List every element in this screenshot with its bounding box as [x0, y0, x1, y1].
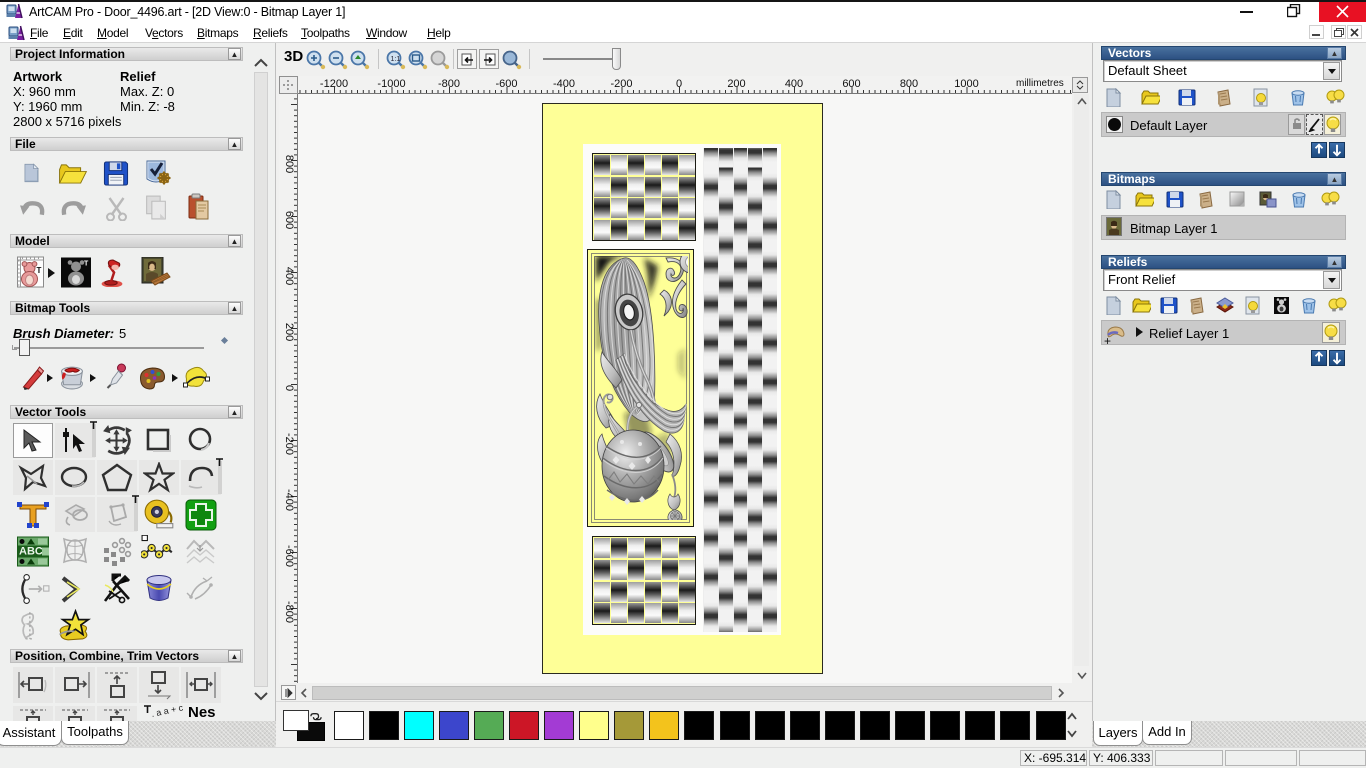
svg-text:-600: -600 — [283, 545, 295, 567]
svg-text:T: T — [37, 266, 42, 275]
svg-text:-400: -400 — [553, 78, 575, 90]
svg-text:200: 200 — [727, 78, 745, 90]
svg-text:-800: -800 — [438, 78, 460, 90]
svg-text:-200: -200 — [610, 78, 632, 90]
svg-text:ABC: ABC — [19, 546, 43, 558]
svg-text:. a a + c: . a a + c — [150, 705, 184, 719]
svg-text:200: 200 — [283, 323, 295, 341]
svg-text:-800: -800 — [283, 601, 295, 623]
svg-text:-1000: -1000 — [377, 78, 405, 90]
svg-text:400: 400 — [785, 78, 803, 90]
svg-text:600: 600 — [283, 211, 295, 229]
svg-text:800: 800 — [283, 155, 295, 173]
svg-text:800: 800 — [900, 78, 918, 90]
svg-text:0: 0 — [283, 385, 295, 391]
svg-text:-400: -400 — [283, 489, 295, 511]
svg-text:600: 600 — [842, 78, 860, 90]
svg-text:-200: -200 — [283, 433, 295, 455]
svg-text:-1200: -1200 — [320, 78, 348, 90]
svg-text:0: 0 — [676, 78, 682, 90]
svg-text:1000: 1000 — [954, 78, 978, 90]
svg-text:-600: -600 — [495, 78, 517, 90]
svg-text:T: T — [84, 261, 89, 268]
svg-text:1:1: 1:1 — [391, 56, 401, 63]
svg-text:400: 400 — [283, 267, 295, 285]
